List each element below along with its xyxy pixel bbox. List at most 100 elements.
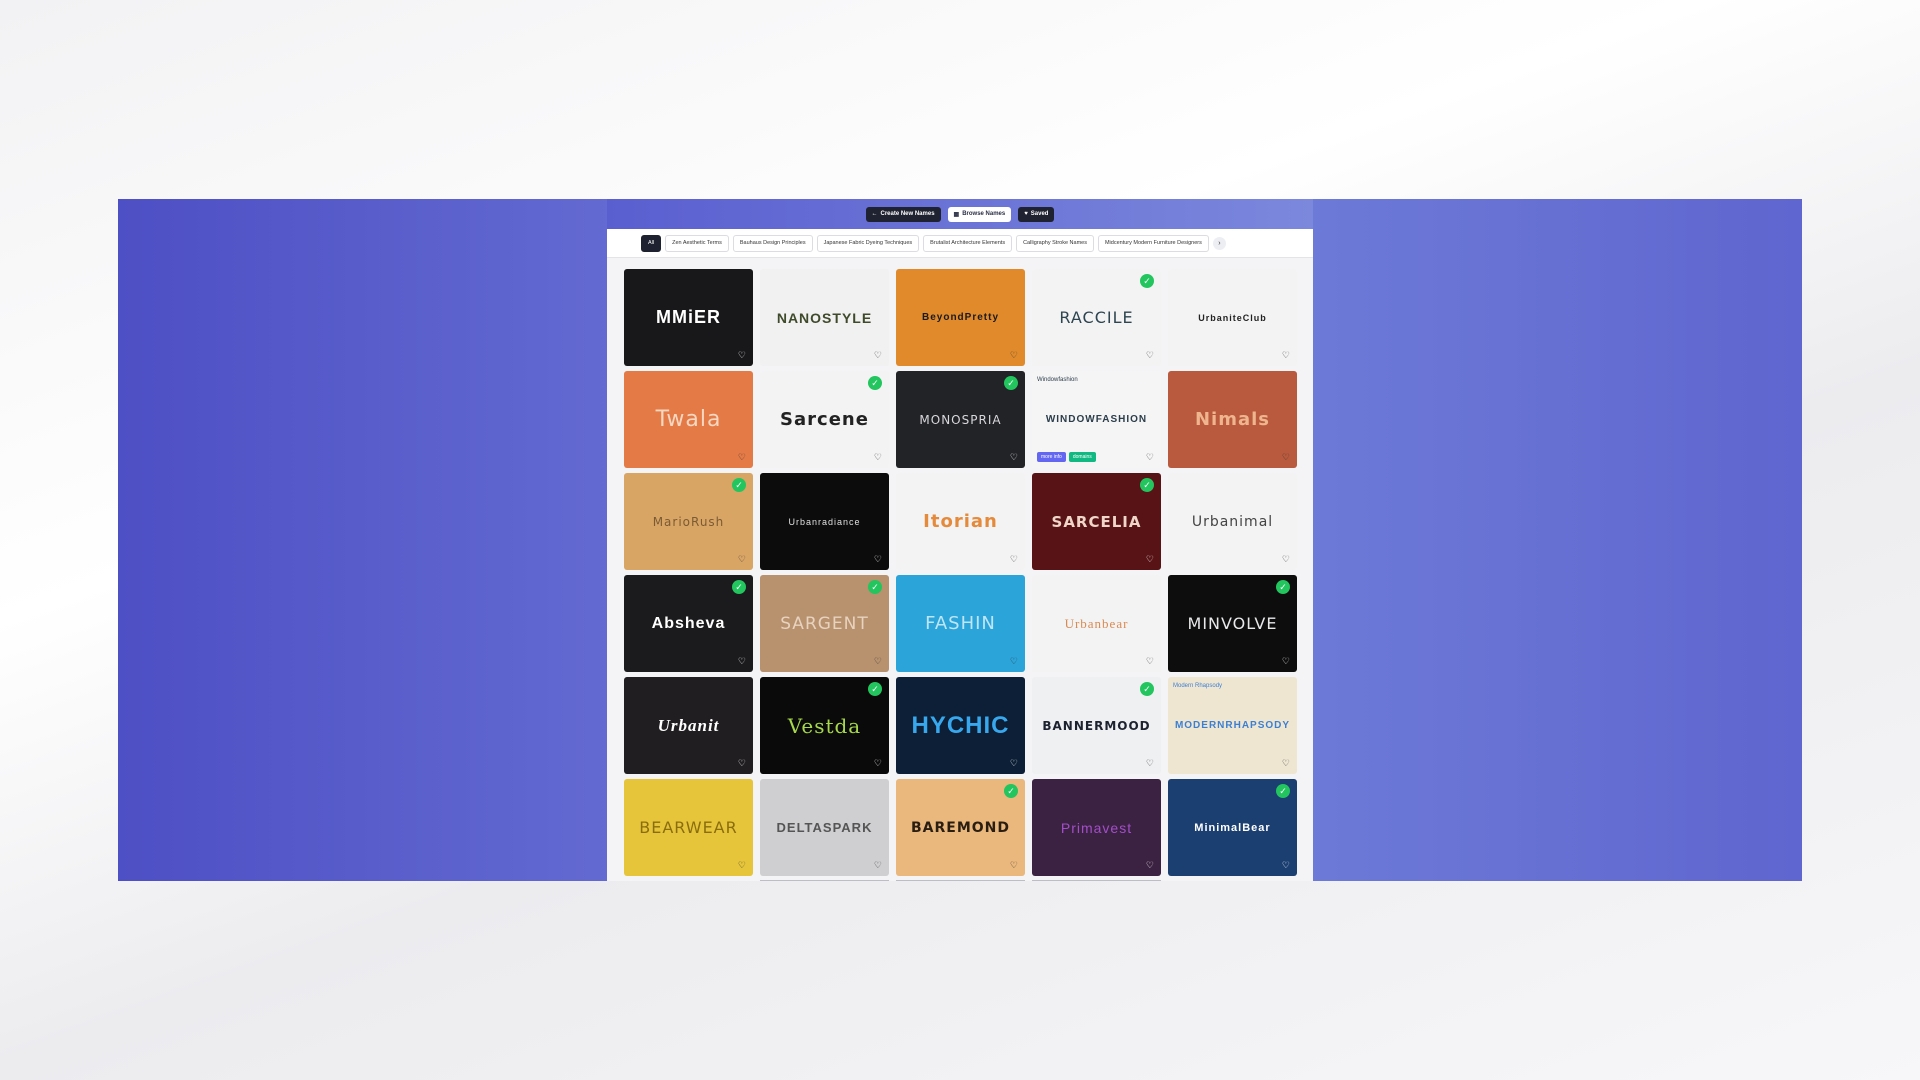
heart-icon[interactable]: ♡ — [1010, 350, 1018, 361]
name-card[interactable]: Twala ♡ — [624, 371, 753, 468]
card-name: Urbanbear — [1064, 615, 1129, 631]
card-name: Twala — [655, 407, 722, 432]
heart-icon[interactable]: ♡ — [1146, 758, 1154, 769]
heart-icon[interactable]: ♡ — [1010, 758, 1018, 769]
saved-label: Saved — [1030, 211, 1049, 217]
browse-names-button[interactable]: ▦ Browse Names — [947, 206, 1012, 222]
card-name: SARGENT — [780, 613, 869, 634]
heart-icon[interactable]: ♡ — [1146, 452, 1154, 463]
card-name: Nimals — [1194, 409, 1271, 430]
name-card[interactable]: MINVOLVE ✓ ♡ — [1168, 575, 1297, 672]
heart-icon[interactable]: ♡ — [1146, 350, 1154, 361]
check-icon: ✓ — [1140, 682, 1154, 696]
heart-icon[interactable]: ♡ — [1010, 656, 1018, 667]
name-card[interactable]: Urbanit ♡ — [624, 677, 753, 774]
heart-icon[interactable]: ♡ — [874, 860, 882, 871]
card-name: SARCELIA — [1051, 512, 1142, 531]
name-card[interactable]: Windowfashion WINDOWFASHION more info domai… — [1032, 371, 1161, 468]
heart-icon[interactable]: ♡ — [1146, 554, 1154, 565]
check-icon: ✓ — [1276, 784, 1290, 798]
name-card[interactable]: MONOSPRIA ✓ ♡ — [896, 371, 1025, 468]
name-card[interactable]: SARGENT ✓ ♡ — [760, 575, 889, 672]
card-name: Absheva — [651, 614, 726, 632]
card-name: Sarcene — [780, 409, 869, 430]
card-name: Urbanradiance — [788, 516, 861, 527]
name-card[interactable]: Primavest ♡ — [1032, 779, 1161, 876]
heart-icon[interactable]: ♡ — [738, 452, 746, 463]
browse-names-label: Browse Names — [962, 211, 1006, 217]
heart-icon[interactable]: ♡ — [874, 350, 882, 361]
category-chip[interactable]: Calligraphy Stroke Names — [1016, 234, 1094, 252]
name-card[interactable]: MarioRush ✓ ♡ — [624, 473, 753, 570]
heart-icon[interactable]: ♡ — [738, 860, 746, 871]
card-name: BANNERMOOD — [1042, 718, 1151, 733]
card-name: FASHIN — [925, 613, 996, 634]
heart-icon[interactable]: ♡ — [1146, 860, 1154, 871]
create-new-names-label: Create New Names — [880, 211, 935, 217]
heart-icon[interactable]: ♡ — [1282, 758, 1290, 769]
name-card[interactable]: HYCHIC ♡ — [896, 677, 1025, 774]
name-card[interactable]: RACCILE ✓ ♡ — [1032, 269, 1161, 366]
heart-icon[interactable]: ♡ — [1010, 452, 1018, 463]
heart-icon[interactable]: ♡ — [1010, 554, 1018, 565]
category-chip[interactable]: Zen Aesthetic Terms — [665, 234, 729, 252]
domains-button[interactable]: domains — [1068, 452, 1096, 462]
name-card[interactable]: Urbanimal ♡ — [1168, 473, 1297, 570]
name-card[interactable]: BAREMOND ✓ ♡ — [896, 779, 1025, 876]
card-name: Urbanit — [657, 715, 720, 735]
category-chip[interactable]: Brutalist Architecture Elements — [923, 234, 1013, 252]
card-name: Itorian — [923, 511, 998, 532]
heart-icon[interactable]: ♡ — [1282, 860, 1290, 871]
card-name: RACCILE — [1059, 308, 1134, 327]
name-card[interactable]: NANOSTYLE ♡ — [760, 269, 889, 366]
arrow-left-icon: ← — [871, 211, 878, 217]
name-card[interactable]: Absheva ✓ ♡ — [624, 575, 753, 672]
name-card[interactable]: BEARWEAR ♡ — [624, 779, 753, 876]
more-info-button[interactable]: more info — [1037, 452, 1066, 462]
card-subtitle: Windowfashion — [1037, 377, 1078, 383]
check-icon: ✓ — [868, 376, 882, 390]
heart-icon[interactable]: ♡ — [874, 758, 882, 769]
name-card[interactable]: Nimals ♡ — [1168, 371, 1297, 468]
name-card[interactable]: Sarcene ✓ ♡ — [760, 371, 889, 468]
name-card[interactable]: Urbanradiance ♡ — [760, 473, 889, 570]
name-card[interactable]: DELTASPARK ♡ — [760, 779, 889, 876]
name-card[interactable]: FASHIN ♡ — [896, 575, 1025, 672]
name-card[interactable]: BANNERMOOD ✓ ♡ — [1032, 677, 1161, 774]
name-card[interactable]: MinimalBear ✓ ♡ — [1168, 779, 1297, 876]
card-actions: more info domains — [1037, 452, 1096, 462]
heart-icon[interactable]: ♡ — [1146, 656, 1154, 667]
name-card[interactable]: Modern Rhapsody MODERNRHAPSODY ♡ — [1168, 677, 1297, 774]
heart-icon[interactable]: ♡ — [738, 758, 746, 769]
chevron-right-icon[interactable]: › — [1212, 236, 1226, 250]
check-icon: ✓ — [732, 478, 746, 492]
heart-icon[interactable]: ♡ — [738, 554, 746, 565]
create-new-names-button[interactable]: ← Create New Names — [865, 206, 941, 222]
heart-icon[interactable]: ♡ — [1282, 350, 1290, 361]
name-card-grid: MMiER ♡ NANOSTYLE ♡ BeyondPretty ♡ RACCILE ✓ ♡ Ur… — [624, 269, 1297, 876]
heart-icon[interactable]: ♡ — [1282, 554, 1290, 565]
card-name: DELTASPARK — [776, 820, 873, 835]
heart-icon[interactable]: ♡ — [1010, 860, 1018, 871]
name-card[interactable]: Urbanbear ♡ — [1032, 575, 1161, 672]
next-row-preview — [760, 880, 889, 881]
heart-icon[interactable]: ♡ — [874, 554, 882, 565]
heart-icon[interactable]: ♡ — [738, 350, 746, 361]
name-card[interactable]: SARCELIA ✓ ♡ — [1032, 473, 1161, 570]
category-chip[interactable]: Bauhaus Design Principles — [732, 234, 813, 252]
heart-icon[interactable]: ♡ — [874, 452, 882, 463]
heart-icon[interactable]: ♡ — [1282, 452, 1290, 463]
heart-icon[interactable]: ♡ — [874, 656, 882, 667]
card-name: Vestda — [787, 713, 862, 738]
saved-button[interactable]: ♥ Saved — [1018, 206, 1055, 222]
name-card[interactable]: Itorian ♡ — [896, 473, 1025, 570]
category-chip[interactable]: Japanese Fabric Dyeing Techniques — [816, 234, 920, 252]
name-card[interactable]: BeyondPretty ♡ — [896, 269, 1025, 366]
category-chip-all[interactable]: All — [641, 234, 662, 252]
heart-icon[interactable]: ♡ — [738, 656, 746, 667]
category-chip[interactable]: Midcentury Modern Furniture Designers — [1097, 234, 1209, 252]
name-card[interactable]: UrbaniteClub ♡ — [1168, 269, 1297, 366]
heart-icon[interactable]: ♡ — [1282, 656, 1290, 667]
name-card[interactable]: MMiER ♡ — [624, 269, 753, 366]
name-card[interactable]: Vestda ✓ ♡ — [760, 677, 889, 774]
